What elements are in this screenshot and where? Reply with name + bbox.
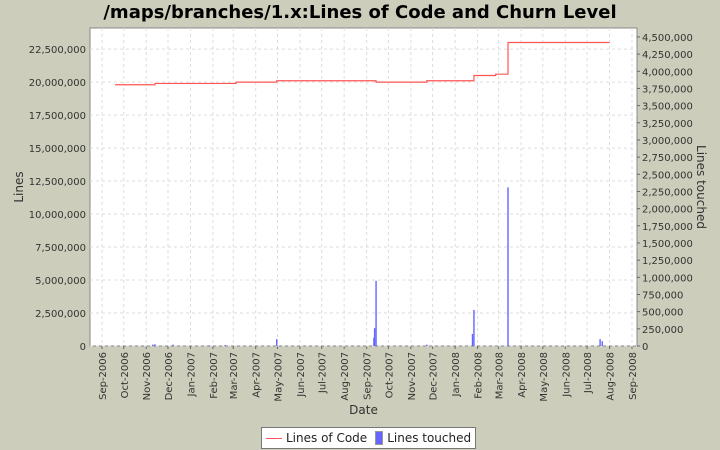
- churn-bar: [224, 344, 226, 346]
- x-tick-label: Mar-2007: [229, 352, 240, 399]
- churn-bar: [172, 344, 174, 346]
- y-tick-label: 5,000,000: [35, 276, 86, 287]
- x-tick-label: Aug-2008: [606, 352, 617, 401]
- x-tick-label: Sep-2008: [628, 352, 639, 400]
- x-tick-label: Jan-2007: [186, 352, 197, 397]
- x-tick-label: Apr-2008: [517, 352, 528, 398]
- legend-swatch-lines-of-code: [266, 437, 282, 439]
- legend-label-lines-touched: Lines touched: [387, 431, 472, 445]
- y-tick-label: 7,500,000: [35, 243, 86, 254]
- churn-bar: [154, 344, 156, 346]
- legend-swatch-lines-touched: [375, 431, 384, 445]
- churn-bar: [373, 328, 376, 346]
- y2-tick-label: 500,000: [642, 308, 683, 319]
- y2-tick-label: 3,750,000: [642, 84, 693, 95]
- churn-bar: [375, 280, 377, 346]
- churn-bar: [276, 339, 278, 346]
- x-tick-label: Jun-2007: [296, 352, 307, 398]
- x-tick-label: Nov-2007: [407, 352, 418, 400]
- y2-tick-label: 0: [642, 342, 648, 353]
- y2-tick-label: 250,000: [642, 325, 683, 336]
- legend: Lines of Code Lines touched: [261, 427, 477, 449]
- churn-bar: [208, 345, 211, 346]
- y2-tick-label: 3,500,000: [642, 102, 693, 113]
- chart: Sep-2006 Oct-2006 Nov-2006 Dec-2006 Jan-2007…: [12, 27, 708, 417]
- churn-bar: [473, 309, 475, 346]
- y2-tick-label: 750,000: [642, 290, 683, 301]
- y-tick-label: 15,000,000: [29, 144, 86, 155]
- churn-bar: [601, 341, 603, 346]
- x-tick-label: Dec-2007: [429, 352, 440, 400]
- x-tick-label: Oct-2006: [120, 352, 131, 398]
- churn-bar: [507, 187, 509, 346]
- y2-tick-label: 3,000,000: [642, 136, 693, 147]
- x-tick-label: Nov-2006: [142, 352, 153, 400]
- y-tick-label: 20,000,000: [29, 78, 86, 89]
- x-tick-label: Apr-2007: [252, 352, 263, 398]
- churn-bar: [426, 344, 428, 346]
- y-tick-label: 17,500,000: [29, 111, 86, 122]
- y-tick-label: 0: [80, 342, 86, 353]
- y2-tick-label: 4,250,000: [642, 50, 693, 61]
- y2-tick-label: 4,000,000: [642, 67, 693, 78]
- y-tick-label: 10,000,000: [29, 210, 86, 221]
- y-tick-label: 2,500,000: [35, 309, 86, 320]
- x-tick-label: Jan-2008: [451, 352, 462, 397]
- y2-tick-label: 1,500,000: [642, 239, 693, 250]
- plot-area: [89, 27, 638, 347]
- x-tick-label: May-2007: [273, 352, 284, 402]
- y2-tick-label: 2,000,000: [642, 205, 693, 216]
- y2-tick-label: 2,750,000: [642, 153, 693, 164]
- y2-tick-label: 1,750,000: [642, 222, 693, 233]
- x-tick-label: Sep-2006: [98, 352, 109, 400]
- x-tick-label: Mar-2008: [495, 352, 506, 399]
- x-tick-label: Jun-2008: [561, 352, 572, 398]
- y2-tick-label: 4,500,000: [642, 33, 693, 44]
- y2-tick-label: 3,250,000: [642, 119, 693, 130]
- churn-bar: [152, 344, 154, 346]
- x-tick-label: Jul-2007: [318, 352, 329, 394]
- y2-tick-label: 2,250,000: [642, 187, 693, 198]
- y2-tick-label: 2,500,000: [642, 170, 693, 181]
- x-tick-label: Oct-2007: [384, 352, 395, 398]
- y-axis-label: Lines: [12, 171, 26, 202]
- x-tick-label: May-2008: [539, 352, 550, 402]
- churn-bar: [471, 333, 474, 346]
- y-tick-label: 12,500,000: [29, 177, 86, 188]
- y2-tick-label: 1,250,000: [642, 256, 693, 267]
- x-tick-label: Feb-2008: [474, 352, 485, 399]
- legend-label-lines-of-code: Lines of Code: [286, 431, 368, 445]
- x-tick-label: Feb-2007: [209, 352, 220, 399]
- churn-bar: [599, 339, 601, 346]
- x-tick-label: Sep-2007: [363, 352, 374, 400]
- y2-axis-label: Lines touched: [694, 145, 708, 229]
- x-axis-label: Date: [349, 403, 378, 417]
- x-tick-label: Dec-2006: [164, 352, 175, 400]
- x-tick-label: Jul-2008: [583, 352, 594, 394]
- y2-tick-label: 1,000,000: [642, 273, 693, 284]
- y-tick-label: 22,500,000: [29, 45, 86, 56]
- x-tick-label: Aug-2007: [340, 352, 351, 401]
